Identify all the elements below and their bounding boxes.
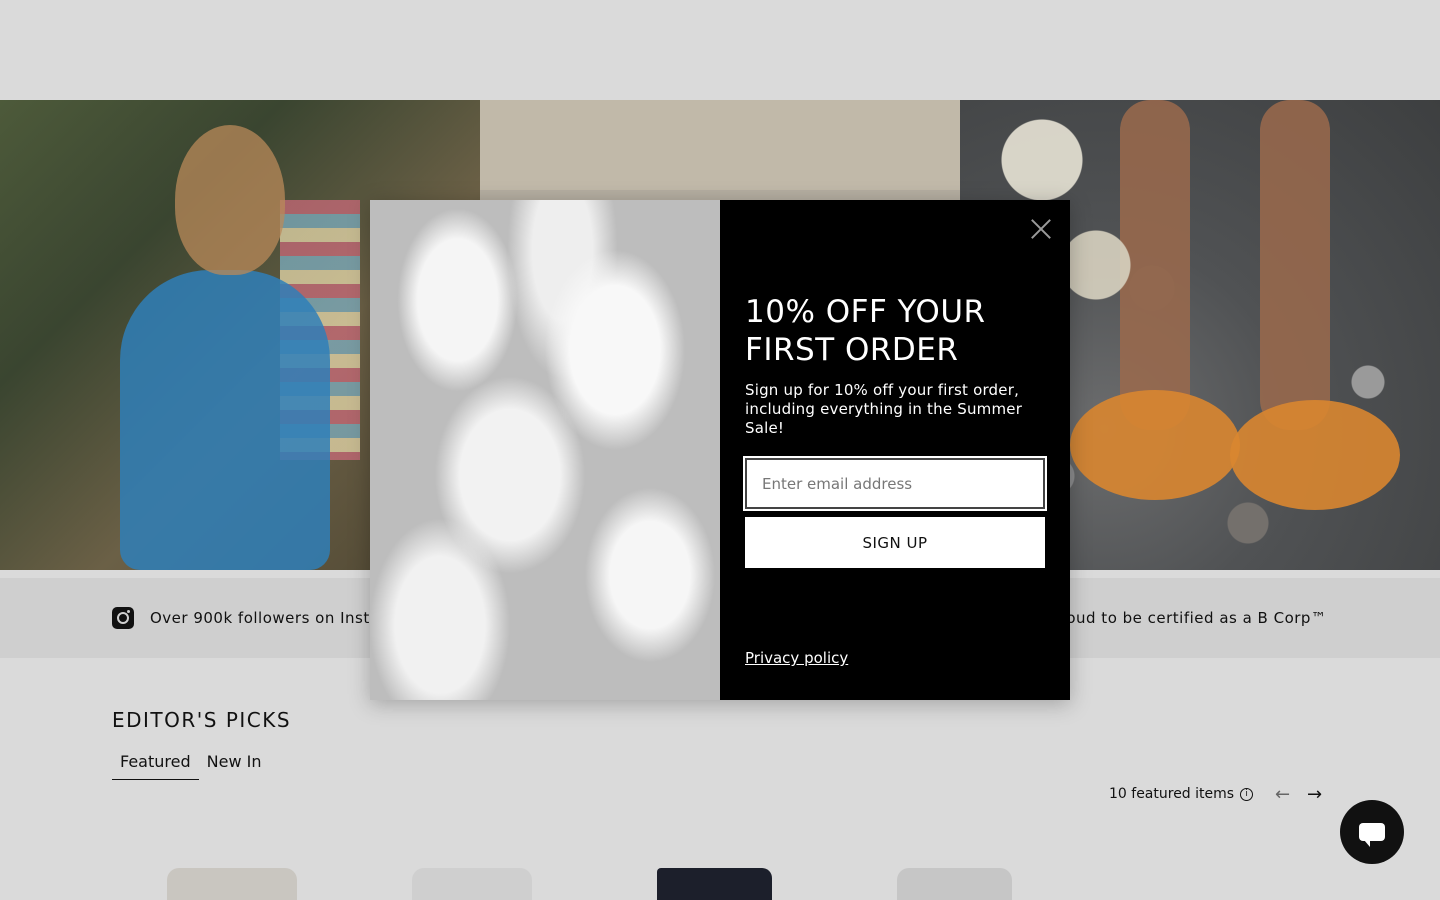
instagram-link[interactable]: Over 900k followers on Insta [112,607,379,629]
tab-new-in[interactable]: New In [199,750,270,780]
modal-panel: 10% OFF YOUR FIRST ORDER Sign up for 10%… [720,200,1070,700]
product-card[interactable] [602,860,847,900]
info-icon[interactable]: i [1240,787,1254,801]
blue-dress [120,270,330,570]
privacy-policy-link[interactable]: Privacy policy [745,649,848,667]
featured-count-text: 10 featured items [1109,786,1235,802]
leg-right [1260,100,1330,430]
bcorp-text: roud to be certified as a B Corp™ [1060,609,1327,627]
close-icon[interactable] [1028,216,1054,242]
modal-marble-image [370,200,720,700]
product-image [897,868,1012,900]
modal-subtext: Sign up for 10% off your first order, in… [745,381,1023,437]
product-carousel [112,860,1092,900]
product-image [167,868,297,900]
featured-count: 10 featured items i [1109,786,1254,802]
product-image [412,868,532,900]
product-card[interactable] [357,860,602,900]
product-card[interactable] [112,860,357,900]
hero-band [480,100,960,190]
chat-icon [1359,823,1385,847]
chat-button[interactable] [1340,800,1404,864]
feather-sandal-left [1070,390,1240,500]
modal-heading: 10% OFF YOUR FIRST ORDER [745,294,986,368]
site-header [0,0,1440,100]
model-head [175,125,285,275]
instagram-icon [112,607,134,629]
carousel-prev-button[interactable]: ← [1275,784,1290,805]
carousel-next-button[interactable]: → [1307,784,1322,805]
instagram-text: Over 900k followers on Insta [150,609,380,627]
product-card[interactable] [847,860,1092,900]
tab-featured[interactable]: Featured [112,750,199,780]
signup-button[interactable]: SIGN UP [745,517,1045,568]
section-title: EDITOR'S PICKS [112,708,292,732]
signup-modal: 10% OFF YOUR FIRST ORDER Sign up for 10%… [370,200,1070,700]
feather-sandal-right [1230,400,1400,510]
email-input[interactable] [743,456,1047,511]
picks-tabs: Featured New In [112,750,269,780]
product-image [657,868,772,900]
